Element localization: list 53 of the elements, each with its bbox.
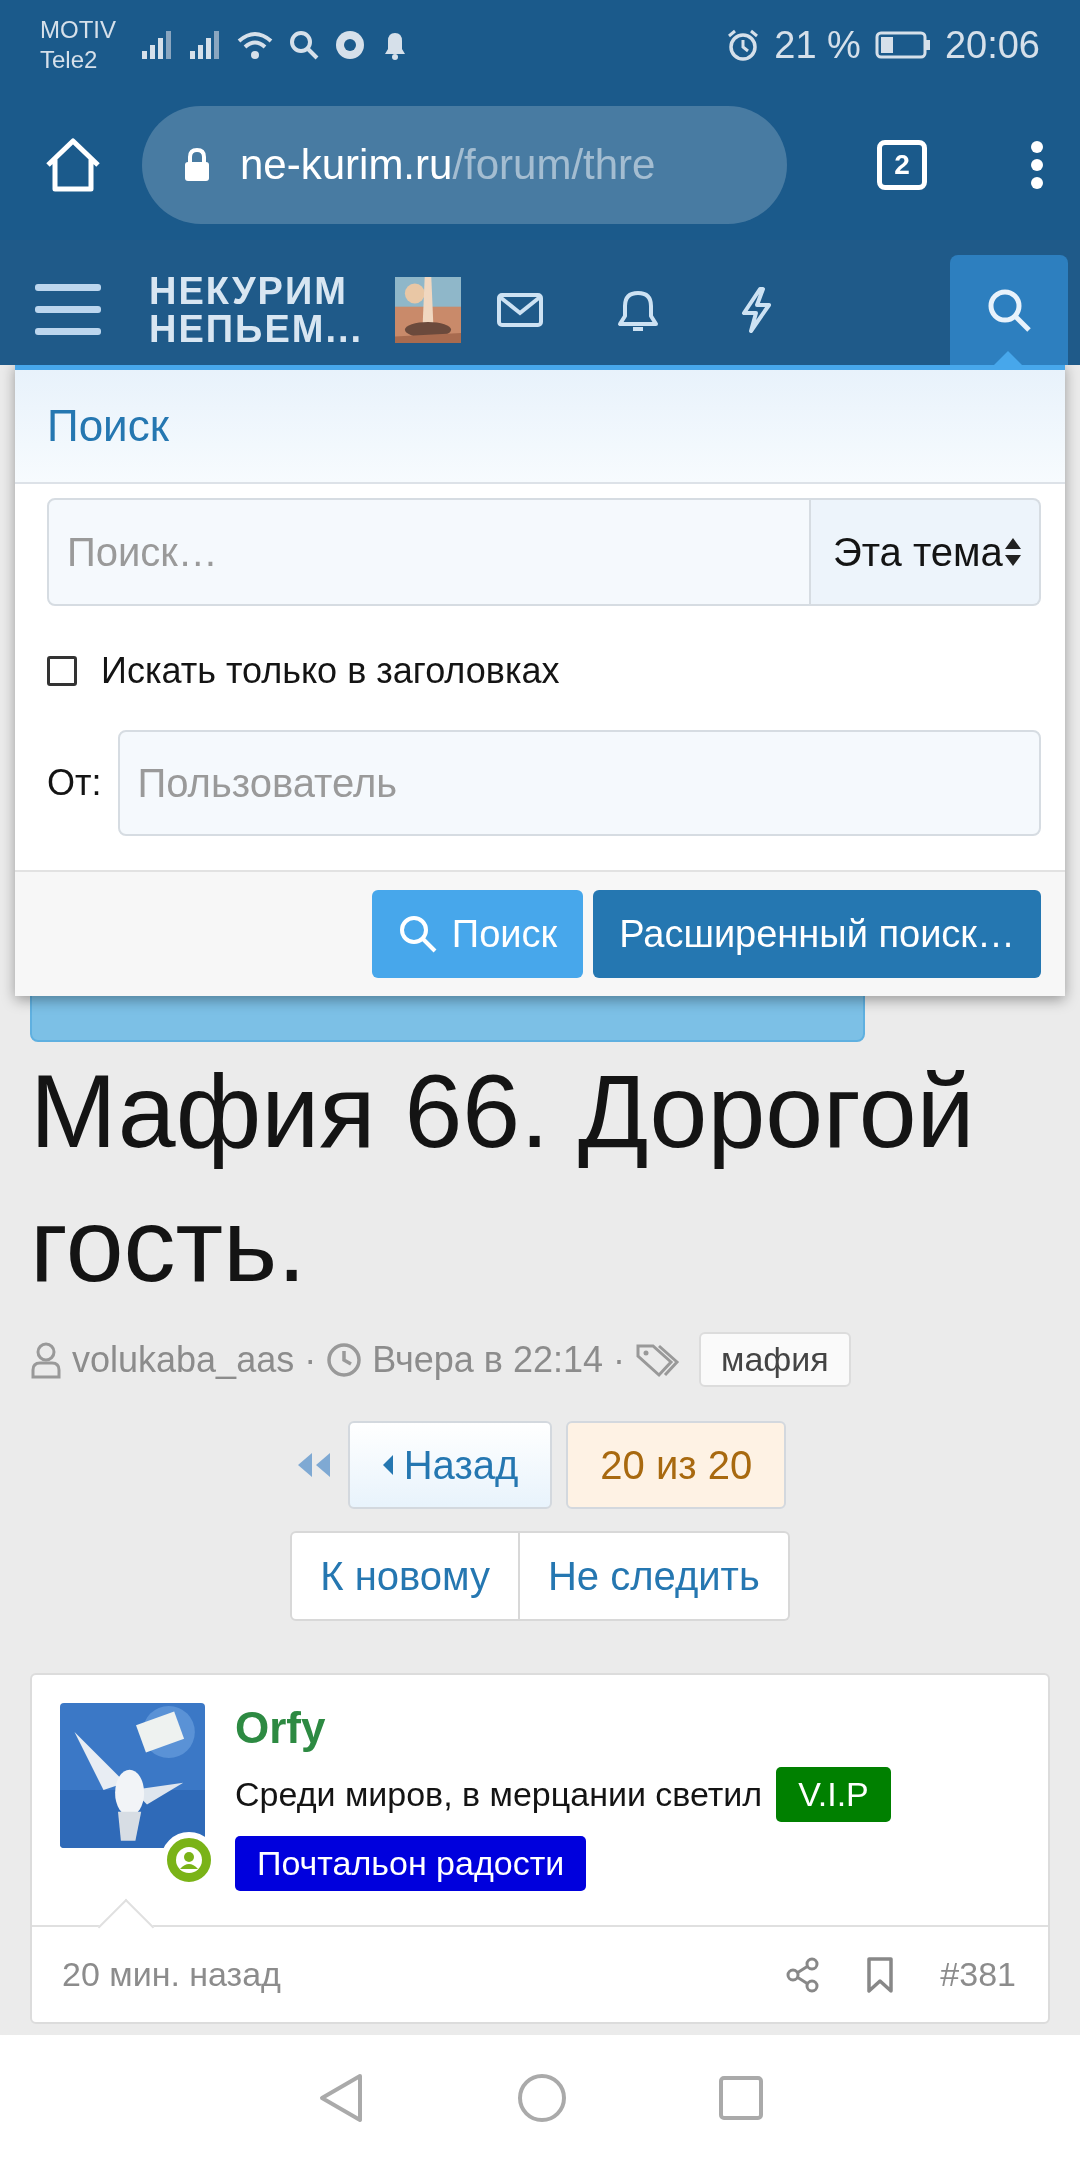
clock-time: 20:06 [944, 23, 1040, 67]
search-tab[interactable] [950, 255, 1068, 365]
search-icon [397, 914, 438, 954]
wifi-icon [236, 29, 274, 61]
address-bar[interactable]: ne-kurim.ru/forum/thre [142, 106, 787, 224]
browser-icon [334, 29, 366, 61]
thread-title: Мафия 66. Дорогой гость. [30, 1052, 976, 1305]
username[interactable]: Orfy [235, 1703, 1020, 1753]
post-number[interactable]: #381 [940, 1955, 1016, 1994]
url-text: ne-kurim.ru/forum/thre [240, 141, 656, 189]
menu-title: Поиск [15, 370, 1065, 484]
user-banner: V.I.P [776, 1767, 891, 1822]
author-link[interactable]: volukaba_aas [72, 1338, 295, 1381]
separator-dot: · [613, 1338, 626, 1381]
scope-text: Эта тема [833, 529, 1003, 575]
unwatch-button[interactable]: Не следить [519, 1531, 790, 1621]
search-icon [288, 29, 320, 61]
menu-icon[interactable] [1030, 140, 1044, 190]
checkbox-label: Искать только в заголовках [101, 650, 560, 692]
user-banner: Почтальон радости [235, 1836, 587, 1891]
user-field[interactable]: Пользователь [117, 730, 1041, 836]
signal-icon [188, 29, 222, 61]
tag-label[interactable]: мафия [699, 1332, 851, 1387]
thread-date: Вчера в 22:14 [372, 1338, 604, 1381]
advanced-search-button[interactable]: Расширенный поиск… [593, 890, 1041, 978]
back-button[interactable]: Назад [347, 1421, 553, 1509]
field-label: От: [47, 762, 102, 804]
battery-icon [874, 31, 931, 59]
unread-button[interactable]: К новому [290, 1531, 520, 1621]
share-icon[interactable] [786, 1956, 821, 1993]
checkbox[interactable] [47, 656, 77, 686]
user-icon [30, 1340, 62, 1379]
search-button[interactable]: Поиск [371, 890, 584, 978]
carrier-name: Tele2 [40, 45, 99, 75]
clock-icon [326, 1341, 363, 1378]
alarm-icon [726, 28, 761, 62]
caret-icon [381, 1454, 394, 1476]
bookmark-icon[interactable] [866, 1955, 895, 1994]
home-icon[interactable] [44, 137, 102, 193]
carrier-name: MOTIV [40, 15, 116, 45]
logo-text[interactable]: НЕКУРИМ [149, 272, 395, 310]
signal-icon [140, 29, 174, 61]
tab-count-button[interactable]: 2 [877, 140, 927, 190]
battery-percent: 21 % [774, 23, 861, 67]
separator-dot: · [304, 1338, 317, 1381]
search-field[interactable]: Поиск… [47, 498, 811, 606]
scope-select[interactable]: Эта тема [811, 498, 1041, 606]
logo-text[interactable]: НЕПЬЕМ... [149, 310, 395, 348]
post-time[interactable]: 20 мин. назад [62, 1955, 281, 1994]
lock-icon [182, 147, 212, 183]
hamburger-icon[interactable] [35, 282, 101, 338]
page-indicator: 20 из 20 [566, 1421, 787, 1509]
user-title: Среди миров, в мерцании светил [235, 1775, 763, 1814]
